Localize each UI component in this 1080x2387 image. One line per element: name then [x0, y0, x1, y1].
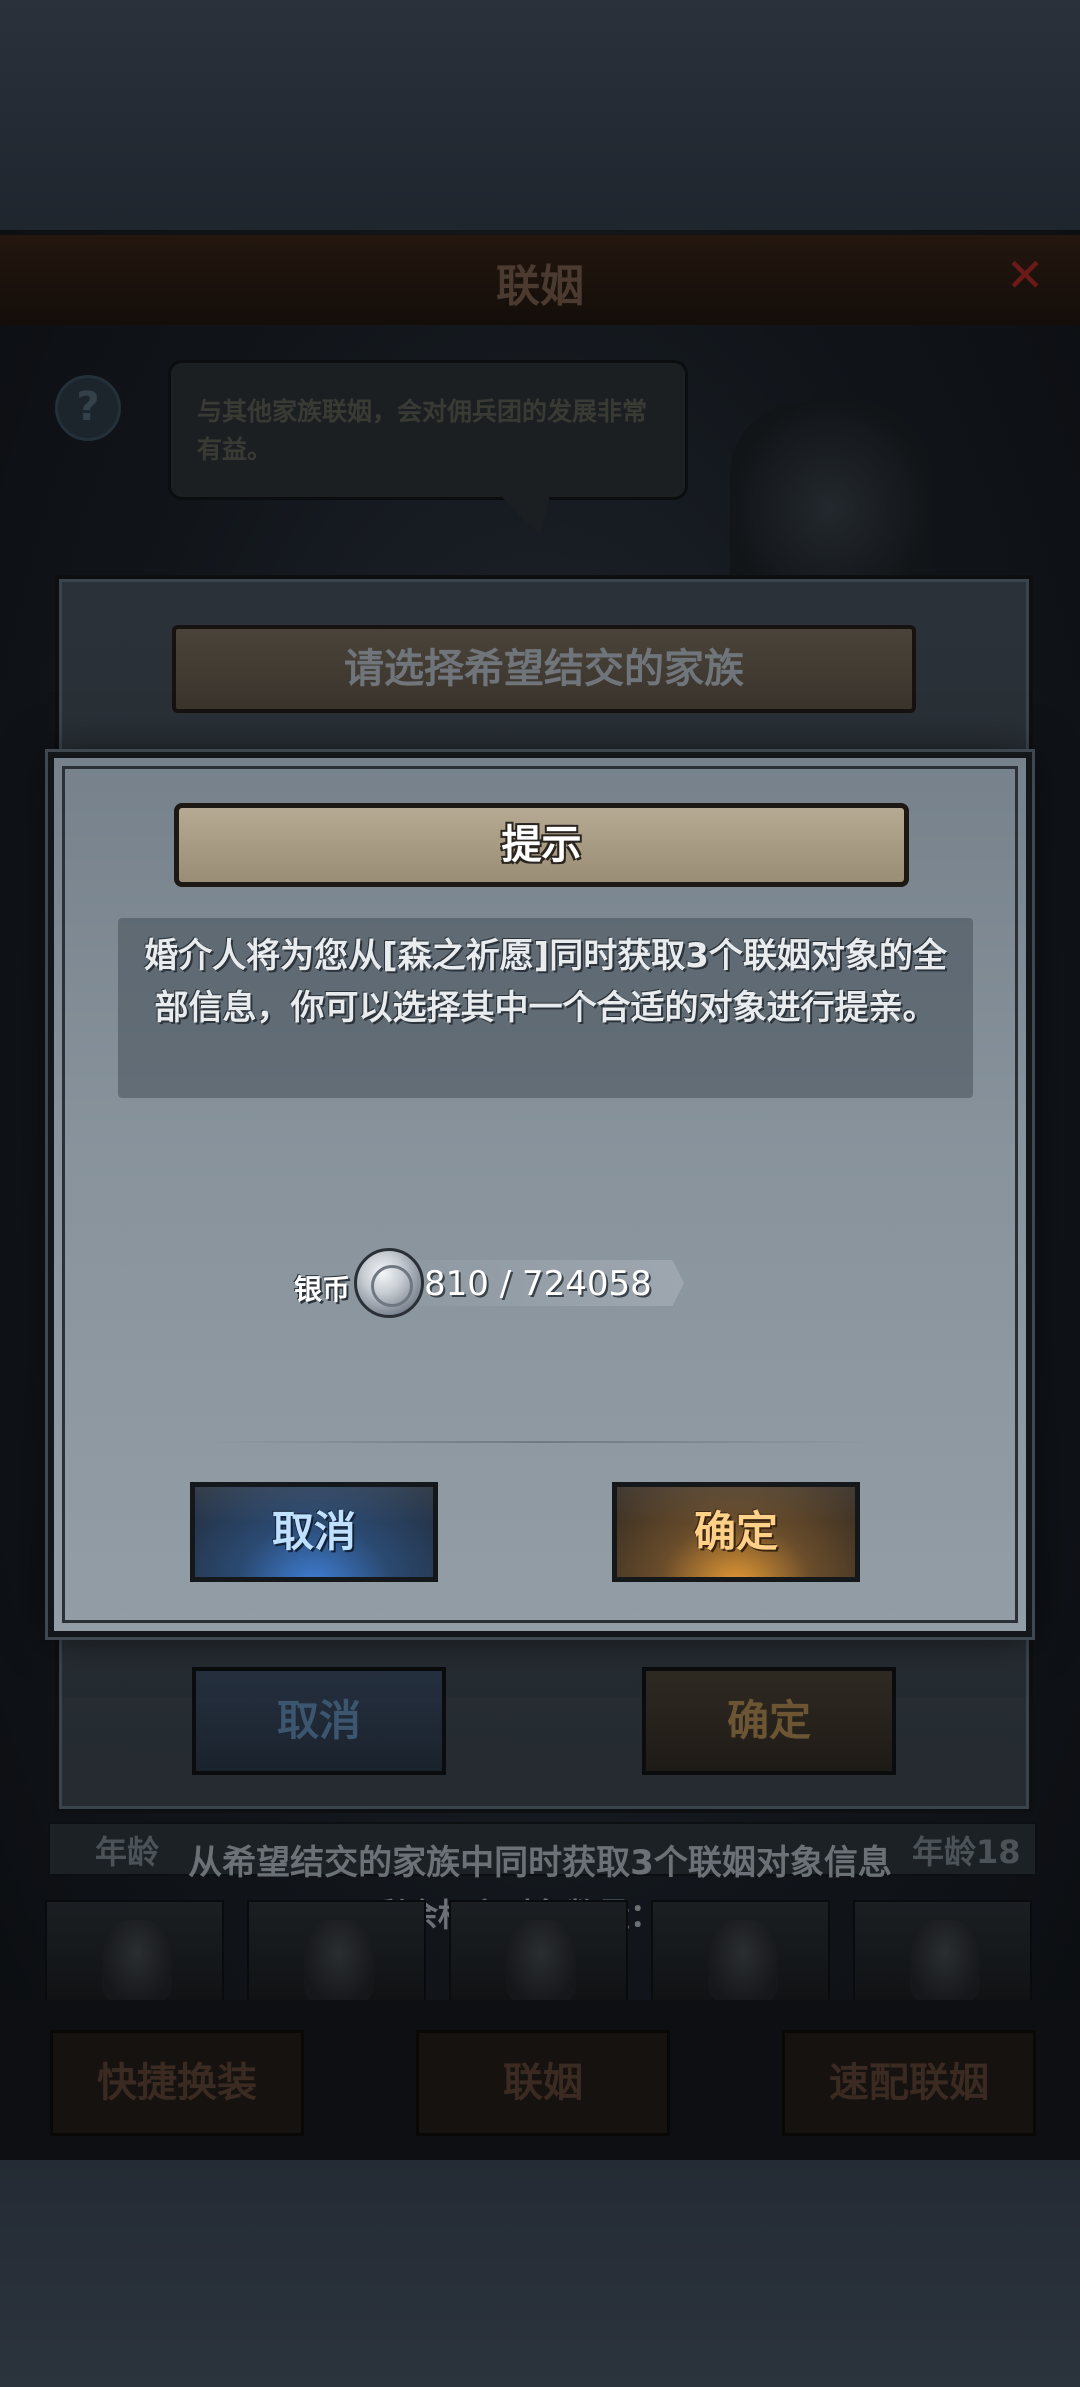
bg-select-family-banner: 请选择希望结交的家族 [172, 625, 916, 713]
dialog-title: 提示 [501, 822, 582, 868]
confirm-button[interactable]: 确定 [612, 1482, 860, 1582]
bg-candidate-card [45, 1900, 224, 2004]
candidate-portrait [708, 1920, 778, 2002]
bg-candidate-cards [45, 1900, 1035, 2004]
candidate-portrait [102, 1920, 172, 2002]
bg-info-line-1: 从希望结交的家族中同时获取3个联姻对象信息 [188, 1843, 892, 1883]
bg-cancel-button: 取消 [192, 1667, 446, 1775]
candidate-portrait [910, 1920, 980, 2002]
cancel-button[interactable]: 取消 [190, 1482, 438, 1582]
bg-candidate-card [247, 1900, 426, 2004]
button-sheen [617, 1487, 855, 1523]
dialog-divider [204, 1441, 876, 1443]
bg-quick-outfit-button: 快捷换装 [50, 2030, 304, 2136]
bg-page-title: 联姻 [496, 261, 584, 312]
candidate-portrait [506, 1920, 576, 2002]
bg-quick-match-button: 速配联姻 [782, 2030, 1036, 2136]
bg-speech-bubble-tail [500, 495, 550, 535]
silver-coin-icon [354, 1248, 424, 1318]
help-icon: ? [55, 375, 121, 441]
game-screen: 联姻 ✕ ? 与其他家族联姻，会对佣兵团的发展非常有益。 请选择希望结交的家族 … [0, 0, 1080, 2387]
dialog-title-banner: 提示 [174, 803, 909, 887]
close-icon: ✕ [1005, 248, 1045, 302]
dialog-message: 婚介人将为您从[森之祈愿]同时获取3个联姻对象的全部信息，你可以选择其中一个合适… [144, 936, 947, 1028]
bg-candidate-card [651, 1900, 830, 2004]
confirm-dialog: 提示 婚介人将为您从[森之祈愿]同时获取3个联姻对象的全部信息，你可以选择其中一… [48, 752, 1032, 1637]
candidate-portrait [304, 1920, 374, 2002]
currency-label: 银币 [294, 1273, 351, 1306]
bg-confirm-button: 确定 [642, 1667, 896, 1775]
bg-candidate-card [449, 1900, 628, 2004]
currency-value: 810 / 724058 [424, 1264, 652, 1304]
bg-candidate-card [853, 1900, 1032, 2004]
dialog-message-box: 婚介人将为您从[森之祈愿]同时获取3个联姻对象的全部信息，你可以选择其中一个合适… [118, 918, 973, 1098]
currency-row: 银币 810 / 724058 [54, 1248, 1026, 1328]
bg-matchmaker-portrait [730, 400, 930, 580]
button-sheen [195, 1487, 433, 1523]
bg-marriage-button: 联姻 [416, 2030, 670, 2136]
bg-speech-bubble: 与其他家族联姻，会对佣兵团的发展非常有益。 [168, 360, 688, 500]
